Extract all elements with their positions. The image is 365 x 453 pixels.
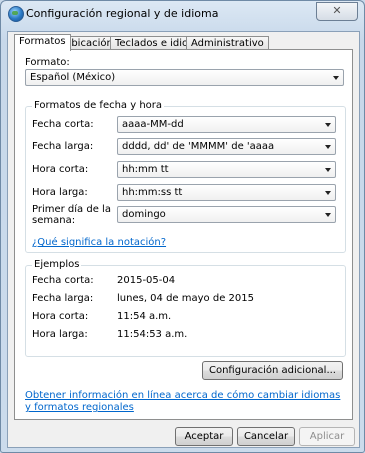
fecha-corta-select[interactable]: aaaa-MM-dd bbox=[117, 116, 336, 133]
chevron-down-icon bbox=[325, 145, 331, 149]
primer-dia-value: domingo bbox=[122, 209, 166, 220]
fecha-larga-select[interactable]: dddd, dd' de 'MMMM' de 'aaaa bbox=[117, 138, 336, 155]
fecha-larga-value: dddd, dd' de 'MMMM' de 'aaaa bbox=[122, 141, 275, 152]
example-fecha-corta-value: 2015-05-04 bbox=[117, 275, 176, 286]
chevron-down-icon bbox=[325, 168, 331, 172]
hora-corta-select[interactable]: hh:mm tt bbox=[117, 161, 336, 178]
hora-larga-value: hh:mm:ss tt bbox=[122, 187, 183, 198]
example-fecha-corta-label: Fecha corta: bbox=[32, 275, 94, 286]
fecha-larga-label: Fecha larga: bbox=[32, 141, 94, 152]
hora-larga-select[interactable]: hh:mm:ss tt bbox=[117, 184, 336, 201]
dialog-client-area: Formatos Ubicación Teclados e idiomas Ad… bbox=[7, 31, 360, 448]
examples-group: Ejemplos Fecha corta: 2015-05-04 Fecha l… bbox=[25, 259, 346, 357]
chevron-down-icon bbox=[325, 191, 331, 195]
date-time-group-title: Formatos de fecha y hora bbox=[32, 100, 165, 111]
formato-value: Español (México) bbox=[30, 72, 116, 83]
online-info-link[interactable]: Obtener información en línea acerca de c… bbox=[25, 390, 345, 414]
hora-corta-label: Hora corta: bbox=[32, 164, 89, 175]
chevron-down-icon bbox=[325, 123, 331, 127]
apply-button[interactable]: Aplicar bbox=[299, 427, 355, 446]
dialog-window: Configuración regional y de idioma ✕ For… bbox=[0, 0, 365, 453]
window-title: Configuración regional y de idioma bbox=[26, 7, 219, 20]
example-fecha-larga-label: Fecha larga: bbox=[32, 293, 94, 304]
additional-settings-button[interactable]: Configuración adicional... bbox=[202, 361, 343, 380]
example-fecha-larga-value: lunes, 04 de mayo de 2015 bbox=[117, 293, 254, 304]
tab-formatos[interactable]: Formatos bbox=[14, 34, 71, 51]
fecha-corta-value: aaaa-MM-dd bbox=[122, 119, 184, 130]
title-bar[interactable]: Configuración regional y de idioma ✕ bbox=[1, 1, 364, 25]
close-button[interactable]: ✕ bbox=[316, 2, 358, 21]
formato-select[interactable]: Español (México) bbox=[25, 69, 344, 86]
primer-dia-label: Primer día de la semana: bbox=[32, 204, 111, 226]
formato-label: Formato: bbox=[25, 57, 70, 68]
fecha-corta-label: Fecha corta: bbox=[32, 119, 94, 130]
example-hora-corta-label: Hora corta: bbox=[32, 311, 89, 322]
formatos-panel: Formato: Español (México) Formatos de fe… bbox=[14, 49, 353, 420]
hora-corta-value: hh:mm tt bbox=[122, 164, 169, 175]
date-time-formats-group: Formatos de fecha y hora Fecha corta: aa… bbox=[25, 100, 346, 253]
globe-icon bbox=[8, 6, 24, 22]
tab-administrativo[interactable]: Administrativo bbox=[186, 36, 269, 50]
chevron-down-icon bbox=[333, 76, 339, 80]
primer-dia-select[interactable]: domingo bbox=[117, 206, 336, 223]
hora-larga-label: Hora larga: bbox=[32, 187, 88, 198]
accept-button[interactable]: Aceptar bbox=[175, 427, 233, 446]
chevron-down-icon bbox=[325, 213, 331, 217]
notation-link[interactable]: ¿Qué significa la notación? bbox=[32, 237, 166, 248]
cancel-button[interactable]: Cancelar bbox=[237, 427, 295, 446]
example-hora-larga-label: Hora larga: bbox=[32, 329, 88, 340]
examples-group-title: Ejemplos bbox=[32, 259, 82, 270]
example-hora-corta-value: 11:54 a.m. bbox=[117, 311, 172, 322]
example-hora-larga-value: 11:54:53 a.m. bbox=[117, 329, 188, 340]
